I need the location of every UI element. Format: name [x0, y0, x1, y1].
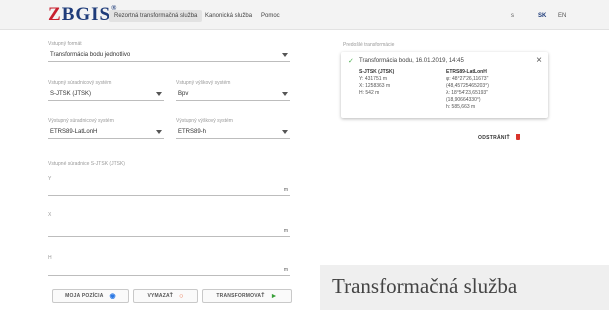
- target-value-lat: φ: 48°27'26,11673": [446, 76, 489, 82]
- transform-button[interactable]: TRANSFORMOVAŤ ►: [202, 289, 292, 303]
- coord-x-label: X: [48, 212, 52, 218]
- language-sk[interactable]: SK: [538, 13, 546, 19]
- history-card: ✓ Transformácia bodu, 16.01.2019, 14:45 …: [341, 52, 548, 118]
- trash-icon: [515, 134, 520, 140]
- source-value-y: Y: 431751 m: [359, 76, 388, 82]
- coord-x-input[interactable]: m: [48, 227, 290, 237]
- arrow-play-icon: ►: [270, 292, 278, 300]
- transform-type-select[interactable]: Transformácia bodu jednotlivo: [48, 49, 290, 62]
- nav-help[interactable]: Pomoc: [256, 10, 285, 22]
- target-value-lat-decimal: (48,45725465203°): [446, 83, 489, 89]
- language-switcher-s[interactable]: s: [511, 13, 514, 19]
- coord-h-input[interactable]: m: [48, 266, 290, 276]
- crosshair-icon: ◉: [109, 293, 116, 300]
- chevron-down-icon: [282, 53, 288, 57]
- chevron-down-icon: [282, 130, 288, 134]
- caption-banner: Transformačná služba: [320, 265, 609, 310]
- clear-button[interactable]: VYMAZAŤ ○: [133, 289, 198, 303]
- input-crs-select[interactable]: S-JTSK (JTSK): [48, 88, 164, 101]
- remove-button[interactable]: ODSTRÁNIŤ: [478, 134, 520, 141]
- close-icon[interactable]: ×: [536, 55, 542, 66]
- target-value-h: h: 585,663 m: [446, 104, 476, 110]
- coord-y-label: Y: [48, 176, 52, 182]
- target-value-lon-decimal: (18,90664330°): [446, 97, 481, 103]
- input-height-label: Vstupný výškový systém: [176, 80, 231, 86]
- top-bar: ZBGIS® Rezortná transformačná služba Kan…: [0, 0, 609, 30]
- chevron-down-icon: [282, 92, 288, 96]
- my-position-button[interactable]: MOJA POZÍCIA ◉: [52, 289, 129, 303]
- output-crs-label: Výstupný súradnicový systém: [48, 118, 114, 124]
- history-card-title: Transformácia bodu, 16.01.2019, 14:45: [359, 58, 464, 64]
- input-height-select[interactable]: Bpv: [176, 88, 290, 101]
- history-label: Predošlé transformácie: [343, 42, 395, 48]
- checkmark-icon: ✓: [348, 58, 354, 65]
- caption-text: Transformačná služba: [332, 274, 518, 298]
- target-crs-heading: ETRS89-LatLonH: [446, 69, 487, 75]
- source-value-h: H: 542 m: [359, 90, 380, 96]
- language-en[interactable]: EN: [558, 13, 566, 19]
- coord-h-label: H: [48, 255, 52, 261]
- source-crs-heading: S-JTSK (JTSK): [359, 69, 395, 75]
- source-value-x: X: 1258363 m: [359, 83, 391, 89]
- nav-transformation-service[interactable]: Rezortná transformačná služba: [109, 10, 203, 22]
- output-height-select[interactable]: ETRS89-h: [176, 126, 290, 139]
- nav-canonical-service[interactable]: Kanonická služba: [200, 10, 257, 22]
- transform-type-label: Vstupný formát: [48, 41, 82, 47]
- output-crs-select[interactable]: ETRS89-LatLonH: [48, 126, 164, 139]
- zbgis-logo[interactable]: ZBGIS®: [48, 4, 117, 26]
- coord-y-input[interactable]: m: [48, 186, 290, 196]
- circle-refresh-icon: ○: [179, 292, 184, 300]
- input-crs-label: Vstupný súradnicový systém: [48, 80, 112, 86]
- target-value-lon: λ: 18°54'23,65193": [446, 90, 488, 96]
- coords-section-label: Vstupné súradnice S-JTSK (JTSK): [48, 161, 125, 167]
- output-height-label: Výstupný výškový systém: [176, 118, 233, 124]
- chevron-down-icon: [156, 130, 162, 134]
- chevron-down-icon: [156, 92, 162, 96]
